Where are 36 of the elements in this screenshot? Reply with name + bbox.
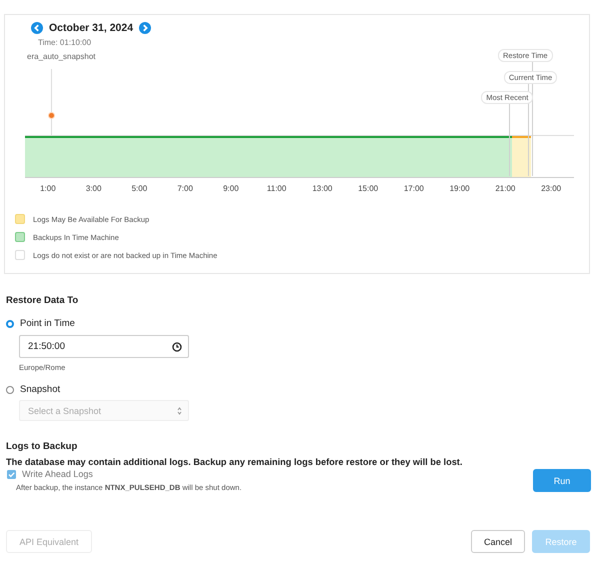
log-range	[512, 136, 532, 177]
axis-label: 9:00	[223, 184, 239, 193]
axis-label: 17:00	[404, 184, 424, 193]
warning-message: The database may contain additional logs. Backup any remaining logs before restore or they will be lost.	[6, 457, 464, 467]
axis-label: 5:00	[132, 184, 148, 193]
snapshot-name: era_auto_snapshot	[27, 52, 96, 61]
axis-label: 21:00	[495, 184, 516, 193]
axis-label: 1:00	[40, 184, 56, 193]
axis-label: 15:00	[358, 184, 378, 193]
axis-label: 23:00	[541, 184, 562, 193]
radio-button[interactable]	[6, 386, 14, 394]
axis-label: 11:00	[266, 184, 286, 193]
cancel-button[interactable]: Cancel	[471, 530, 525, 553]
time-field[interactable]: 21:50:00	[19, 335, 189, 358]
date-label: October 31, 2024	[49, 22, 134, 34]
radio-label[interactable]: Snapshot	[20, 384, 60, 395]
api-equivalent-button[interactable]: API Equivalent	[6, 530, 92, 553]
section-title: Restore Data To	[6, 295, 80, 306]
previous-icon[interactable]	[31, 22, 43, 34]
axis-label: 13:00	[312, 184, 332, 193]
radio-button[interactable]	[6, 320, 14, 328]
legend-swatch-icon	[15, 214, 25, 224]
radio-label[interactable]: Point in Time	[20, 318, 75, 329]
clock-icon[interactable]	[172, 342, 182, 352]
section-title: Logs to Backup	[6, 441, 78, 452]
axis-label: 19:00	[450, 184, 470, 193]
axis-label: 7:00	[177, 184, 193, 193]
run-button[interactable]: Run	[533, 469, 591, 492]
checkbox[interactable]	[7, 470, 16, 478]
snapshot-time: Time: 01:10:00	[37, 38, 92, 47]
next-icon[interactable]	[139, 22, 152, 34]
checkbox-label[interactable]: Write Ahead Logs	[22, 469, 93, 479]
legend-swatch-icon	[15, 232, 25, 242]
axis-label: 3:00	[86, 184, 102, 193]
legend-swatch-icon	[15, 250, 25, 260]
snapshot-dot[interactable]	[48, 112, 55, 119]
